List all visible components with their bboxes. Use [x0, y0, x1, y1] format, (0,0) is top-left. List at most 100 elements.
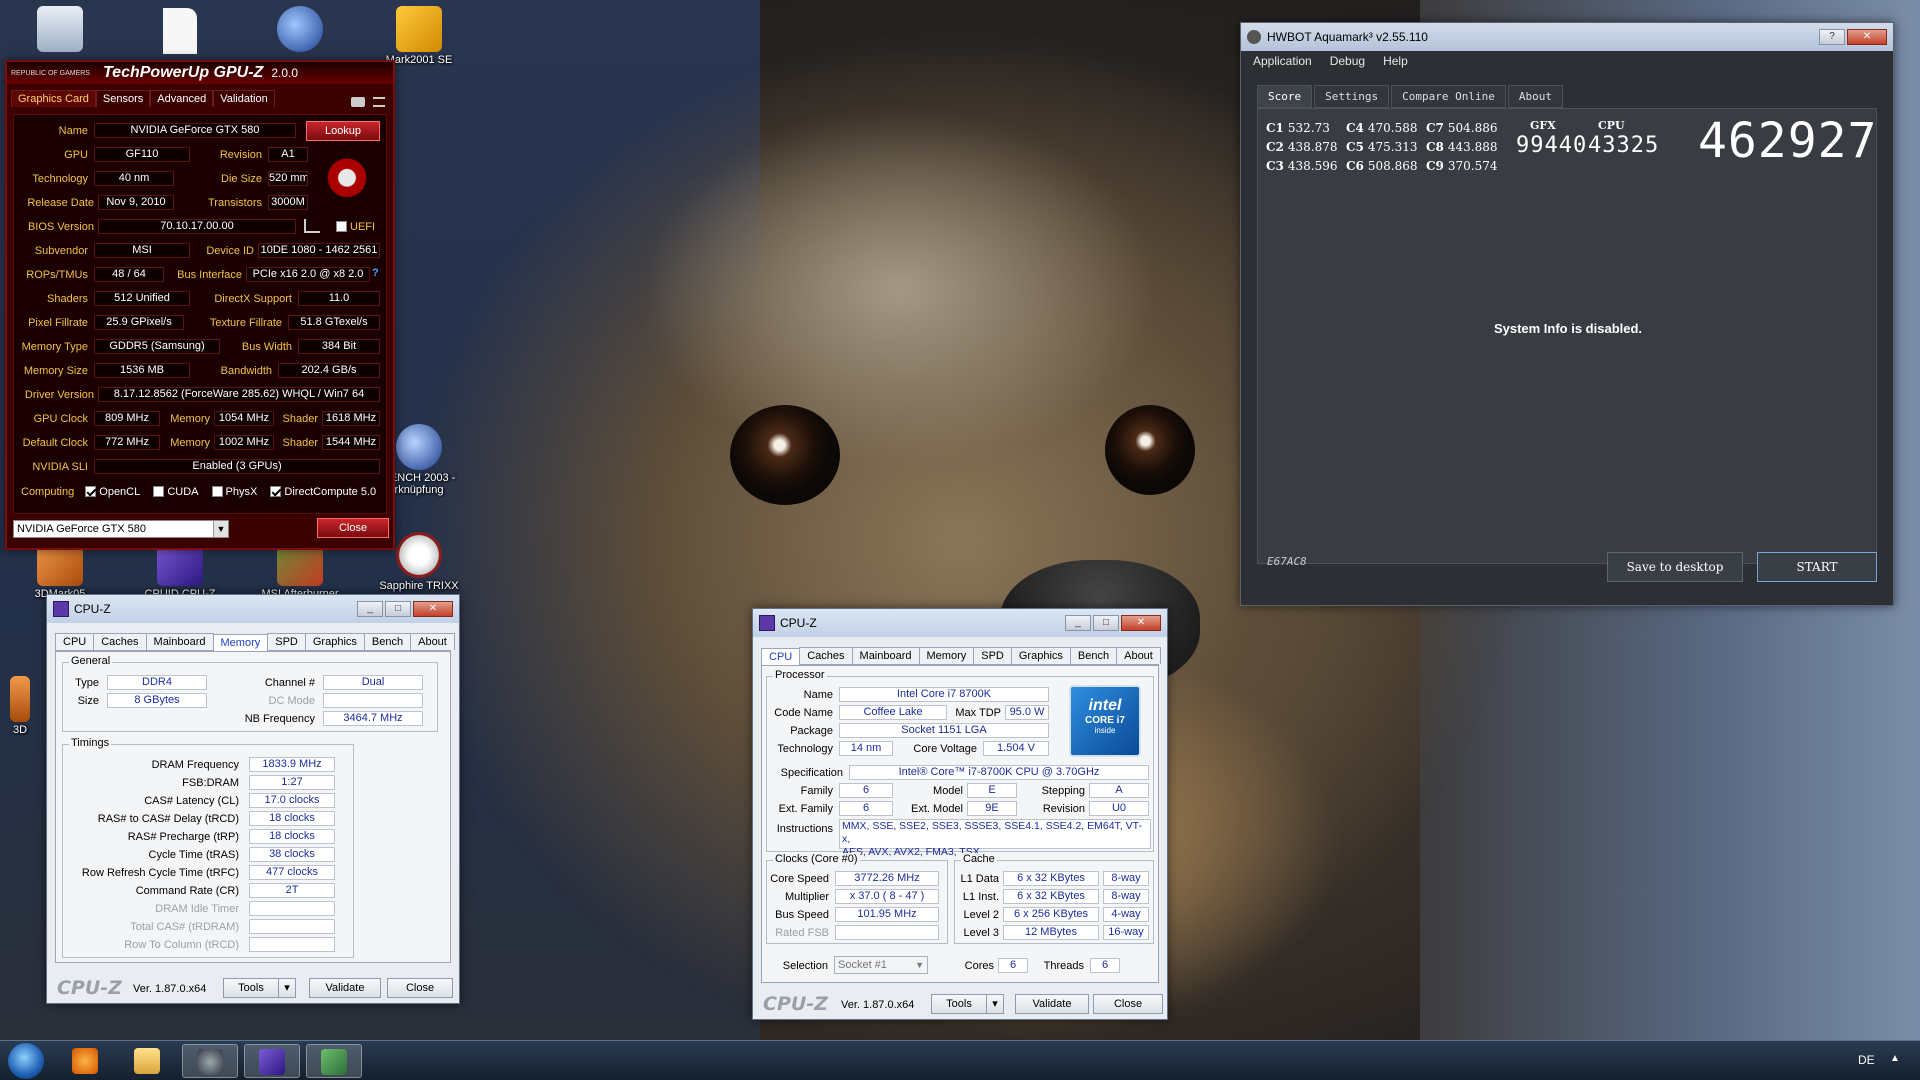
gpuz-tab-advanced[interactable]: Advanced [150, 90, 214, 107]
tab-caches[interactable]: Caches [799, 647, 853, 664]
tab-cpu[interactable]: CPU [55, 633, 95, 650]
tab-graphics[interactable]: Graphics [304, 633, 365, 650]
gfx-score: 99440 [1516, 133, 1588, 158]
cpuz-cpu-body: Processor Name Intel Core i7 8700K Code … [761, 665, 1159, 983]
aquamark-tabs: Score Settings Compare Online About [1257, 85, 1565, 108]
3dmark2001-icon [396, 6, 442, 52]
gpuz-bus-width-value: 384 Bit [298, 339, 380, 354]
validate-button[interactable]: Validate [309, 978, 381, 998]
save-to-desktop-button[interactable]: Save to desktop [1607, 552, 1743, 582]
close-window-button[interactable]: ✕ [413, 601, 453, 617]
validate-button[interactable]: Validate [1015, 994, 1089, 1014]
sapphire-trixx-icon [396, 532, 442, 578]
tab-about[interactable]: About [1507, 85, 1563, 108]
menu-application[interactable]: Application [1253, 54, 1312, 68]
tab-memory[interactable]: Memory [918, 647, 975, 664]
intel-core-text: CORE i7 [1084, 715, 1125, 726]
menu-debug[interactable]: Debug [1330, 54, 1365, 68]
tab-bench[interactable]: Bench [363, 633, 412, 650]
tab-about[interactable]: About [410, 633, 455, 650]
start-orb-icon[interactable] [8, 1043, 44, 1079]
tab-settings[interactable]: Settings [1314, 85, 1390, 108]
directcompute-checkbox[interactable] [270, 486, 282, 497]
maximize-button[interactable]: □ [385, 601, 411, 617]
desktop-icon-recycle-bin[interactable] [12, 6, 108, 54]
tab-graphics[interactable]: Graphics [1010, 647, 1071, 664]
cpuz-logo: CPU-Z [57, 977, 122, 999]
tab-score[interactable]: Score [1257, 85, 1313, 108]
gpuz-tab-sensors[interactable]: Sensors [95, 90, 151, 107]
chevron-down-icon: ▼ [213, 521, 228, 537]
tab-compare-online[interactable]: Compare Online [1391, 85, 1506, 108]
tab-spd[interactable]: SPD [267, 633, 306, 650]
cpuz-cpu-titlebar: CPU-Z _ □ ✕ [753, 609, 1167, 637]
tab-about[interactable]: About [1116, 647, 1161, 664]
threads-label: Threads [1043, 960, 1084, 972]
tab-cpu[interactable]: CPU [761, 648, 801, 665]
help-button[interactable]: ? [1819, 29, 1845, 45]
tab-bench[interactable]: Bench [1069, 647, 1118, 664]
gpuz-tab-validation[interactable]: Validation [213, 90, 275, 107]
multiplier-value: x 37.0 ( 8 - 47 ) [835, 889, 939, 904]
system-info-message: System Info is disabled. [1493, 321, 1643, 336]
close-button[interactable]: Close [387, 978, 453, 998]
cpu-technology-label: Technology [777, 743, 833, 755]
menu-icon[interactable] [373, 97, 385, 107]
gpuz-panel: Name NVIDIA GeForce GTX 580 Lookup GPU G… [13, 114, 387, 514]
tools-dropdown-button[interactable]: ▾ [986, 994, 1004, 1014]
uefi-check-box[interactable] [336, 221, 347, 232]
tab-caches[interactable]: Caches [93, 633, 147, 650]
gpuz-gpu-memory-value: 1054 MHz [214, 411, 274, 426]
language-indicator[interactable]: DE [1858, 1053, 1875, 1067]
gpu-select-dropdown[interactable]: NVIDIA GeForce GTX 580 ▼ [13, 520, 229, 538]
share-icon[interactable] [304, 219, 320, 233]
tools-button[interactable]: Tools [931, 994, 987, 1014]
dog-eye-right [1105, 405, 1195, 495]
taskbar-cpuz[interactable] [244, 1044, 300, 1078]
desktop-icon-3d[interactable]: 3D [0, 676, 50, 736]
minimize-button[interactable]: _ [357, 601, 383, 617]
gpuz-def-shader-label: Shader [282, 437, 318, 449]
lookup-button[interactable]: Lookup [306, 121, 380, 141]
tab-mainboard[interactable]: Mainboard [851, 647, 920, 664]
gpuz-tab-graphics-card[interactable]: Graphics Card [11, 90, 96, 107]
selection-label: Selection [782, 960, 828, 972]
desktop-icon-document[interactable] [132, 8, 228, 56]
desktop-icon-cinebench[interactable] [252, 6, 348, 54]
minimize-button[interactable]: _ [1065, 615, 1091, 631]
cache-size: 12 MBytes [1003, 925, 1099, 940]
opencl-checkbox[interactable] [85, 486, 97, 497]
uefi-checkbox[interactable]: UEFI [336, 221, 375, 233]
gpuz-texture-fillrate-label: Texture Fillrate [209, 317, 282, 329]
taskbar-gpuz[interactable] [182, 1044, 238, 1078]
aquamark-score-panel: C1 532.73 C2 438.878 C3 438.596 C4 470.588 C… [1257, 108, 1877, 564]
timing-value: 18 clocks [249, 829, 335, 844]
bus-help-icon[interactable]: ? [372, 267, 379, 279]
taskbar-aquamark[interactable] [306, 1044, 362, 1078]
tools-button[interactable]: Tools [223, 978, 279, 998]
socket-select-dropdown[interactable]: Socket #1 ▼ [834, 956, 928, 974]
tab-mainboard[interactable]: Mainboard [145, 633, 214, 650]
tab-memory[interactable]: Memory [212, 634, 269, 651]
taskbar-explorer[interactable] [120, 1044, 176, 1078]
close-button[interactable]: Close [1093, 994, 1163, 1014]
gfx-label: GFX [1530, 119, 1556, 132]
desktop-icon-3dmark2001[interactable]: Mark2001 SE [371, 6, 467, 66]
cpu-instructions-label: Instructions [776, 823, 833, 835]
start-button[interactable]: START [1757, 552, 1877, 582]
close-window-button[interactable]: ✕ [1121, 615, 1161, 631]
tray-arrow-icon[interactable]: ▲ [1890, 1053, 1900, 1064]
gpuz-bios-label: BIOS Version [27, 221, 94, 233]
tools-dropdown-button[interactable]: ▾ [278, 978, 296, 998]
taskbar-media-player[interactable] [58, 1044, 114, 1078]
close-window-button[interactable]: ✕ [1847, 29, 1887, 45]
cuda-checkbox[interactable] [153, 486, 165, 497]
gpuz-close-button[interactable]: Close [317, 518, 389, 538]
maximize-button[interactable]: □ [1093, 615, 1119, 631]
bus-speed-value: 101.95 MHz [835, 907, 939, 922]
menu-help[interactable]: Help [1383, 54, 1408, 68]
physx-checkbox[interactable] [211, 486, 223, 497]
tab-spd[interactable]: SPD [973, 647, 1012, 664]
camera-icon[interactable] [351, 97, 365, 107]
timings-group-title: Timings [69, 737, 112, 749]
